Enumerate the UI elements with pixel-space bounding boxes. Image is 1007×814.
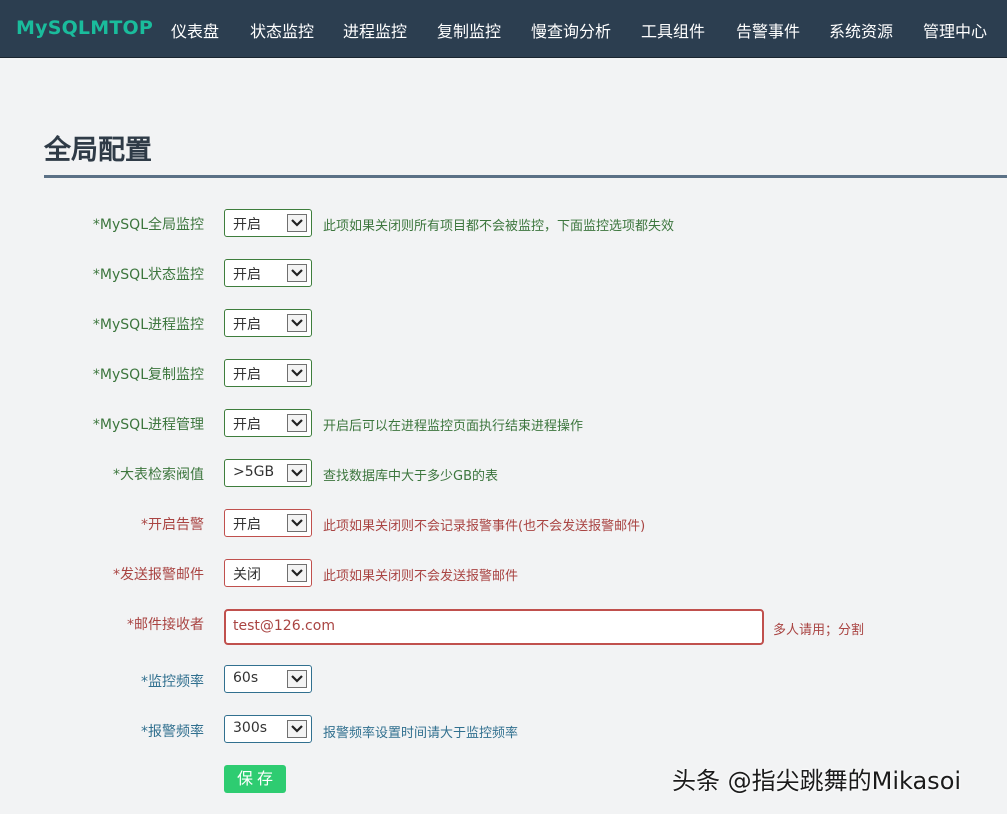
chevron-down-icon[interactable] [287, 564, 307, 582]
help-alarm-frequency: 报警频率设置时间请大于监控频率 [323, 726, 519, 741]
select-value: 开启 [233, 517, 261, 533]
label-send-alarm-mail: *发送报警邮件 [113, 567, 204, 583]
nav-item-alarm-events[interactable]: 告警事件 [736, 18, 800, 42]
select-value: 开启 [233, 267, 261, 283]
label-mysql-status-monitor: *MySQL状态监控 [92, 267, 204, 283]
select-mysql-process-monitor[interactable]: 开启 [224, 309, 312, 337]
label-mysql-replication-monitor: *MySQL复制监控 [92, 367, 204, 383]
nav-item-tools[interactable]: 工具组件 [641, 18, 705, 42]
chevron-down-icon[interactable] [287, 670, 307, 688]
select-enable-alarm[interactable]: 开启 [224, 509, 312, 537]
help-enable-alarm: 此项如果关闭则不会记录报警事件(也不会发送报警邮件) [323, 519, 646, 534]
help-mail-receiver: 多人请用；分割 [773, 623, 865, 638]
mail-receiver-input[interactable] [233, 618, 753, 634]
nav-item-slow-query[interactable]: 慢查询分析 [531, 18, 611, 42]
chevron-down-icon[interactable] [287, 214, 307, 232]
label-alarm-frequency: *报警频率 [141, 724, 204, 740]
select-value: 开启 [233, 317, 261, 333]
nav-item-process-monitor[interactable]: 进程监控 [343, 18, 407, 42]
select-mysql-global-monitor[interactable]: 开启 [224, 209, 312, 237]
help-send-alarm-mail: 此项如果关闭则不会发送报警邮件 [323, 569, 519, 584]
select-value: 60s [233, 670, 259, 686]
nav-item-admin-center[interactable]: 管理中心 [923, 18, 987, 42]
select-alarm-frequency[interactable]: 300s [224, 715, 312, 743]
select-value: 开启 [233, 217, 261, 233]
mail-receiver-field-wrapper [224, 609, 764, 645]
top-navbar: MySQLMTOP 仪表盘 状态监控 进程监控 复制监控 慢查询分析 工具组件 … [0, 0, 1007, 58]
select-value: 开启 [233, 417, 261, 433]
label-monitor-frequency: *监控频率 [141, 674, 204, 690]
chevron-down-icon[interactable] [287, 314, 307, 332]
nav-item-status-monitor[interactable]: 状态监控 [250, 18, 314, 42]
label-mysql-global-monitor: *MySQL全局监控 [92, 217, 204, 233]
help-mysql-process-management: 开启后可以在进程监控页面执行结束进程操作 [323, 419, 584, 434]
nav-item-dashboard[interactable]: 仪表盘 [171, 18, 219, 42]
select-mysql-process-management[interactable]: 开启 [224, 409, 312, 437]
chevron-down-icon[interactable] [287, 414, 307, 432]
brand-logo[interactable]: MySQLMTOP [16, 17, 153, 39]
label-enable-alarm: *开启告警 [141, 517, 204, 533]
select-value: >5GB [233, 464, 275, 480]
nav-item-replication-monitor[interactable]: 复制监控 [437, 18, 501, 42]
help-big-table-threshold: 查找数据库中大于多少GB的表 [323, 469, 498, 484]
select-monitor-frequency[interactable]: 60s [224, 665, 312, 693]
watermark-text: 头条 @指尖跳舞的Mikasoi [672, 767, 962, 795]
select-value: 开启 [233, 367, 261, 383]
label-mail-receiver: *邮件接收者 [127, 617, 204, 633]
label-mysql-process-management: *MySQL进程管理 [92, 417, 204, 433]
label-mysql-process-monitor: *MySQL进程监控 [92, 317, 204, 333]
title-divider [44, 175, 1007, 178]
nav-item-system-resources[interactable]: 系统资源 [829, 18, 893, 42]
chevron-down-icon[interactable] [287, 464, 307, 482]
select-big-table-threshold[interactable]: >5GB [224, 459, 312, 487]
select-value: 300s [233, 720, 268, 736]
chevron-down-icon[interactable] [287, 264, 307, 282]
label-big-table-threshold: *大表检索阀值 [113, 467, 204, 483]
select-mysql-status-monitor[interactable]: 开启 [224, 259, 312, 287]
chevron-down-icon[interactable] [287, 720, 307, 738]
chevron-down-icon[interactable] [287, 514, 307, 532]
select-send-alarm-mail[interactable]: 关闭 [224, 559, 312, 587]
select-mysql-replication-monitor[interactable]: 开启 [224, 359, 312, 387]
chevron-down-icon[interactable] [287, 364, 307, 382]
save-button[interactable]: 保存 [224, 765, 286, 793]
page-title: 全局配置 [44, 135, 152, 166]
select-value: 关闭 [233, 567, 261, 583]
help-mysql-global-monitor: 此项如果关闭则所有项目都不会被监控，下面监控选项都失效 [323, 219, 675, 234]
